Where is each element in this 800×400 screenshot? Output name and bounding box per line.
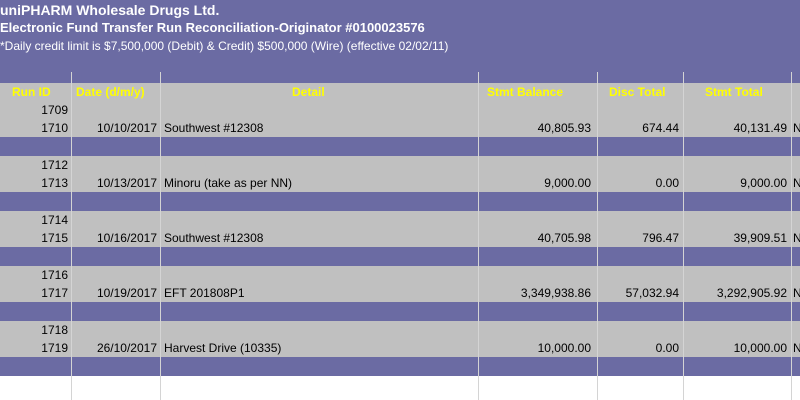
detail-cell[interactable]: EFT 201808P1 xyxy=(164,284,245,302)
group-separator xyxy=(0,247,800,266)
stmt-total-cell[interactable]: 9,000.00 xyxy=(684,174,787,192)
column-header-row: Run ID Date (d/m/y) Detail Stmt Balance … xyxy=(0,83,800,101)
run-id[interactable]: 1717 xyxy=(0,284,68,302)
report-header: uniPHARM Wholesale Drugs Ltd. Electronic… xyxy=(0,0,800,72)
run-id[interactable]: 1719 xyxy=(0,339,68,357)
stmt-total-cell[interactable]: 40,131.49 xyxy=(684,119,787,137)
report-title[interactable]: Electronic Fund Transfer Run Reconciliat… xyxy=(0,20,425,36)
run-id[interactable]: 1715 xyxy=(0,229,68,247)
col-stmt-balance[interactable]: Stmt Balance xyxy=(487,83,563,101)
group-separator xyxy=(0,357,800,376)
group-separator xyxy=(0,192,800,211)
stmt-balance-cell[interactable]: 40,805.93 xyxy=(479,119,591,137)
header-spacer xyxy=(0,72,800,83)
company-name[interactable]: uniPHARM Wholesale Drugs Ltd. xyxy=(0,1,219,19)
stmt-total-cell[interactable]: 10,000.00 xyxy=(684,339,787,357)
disc-total-cell[interactable]: 0.00 xyxy=(598,174,679,192)
stmt-balance-cell[interactable]: 10,000.00 xyxy=(479,339,591,357)
credit-limit-note[interactable]: *Daily credit limit is $7,500,000 (Debit… xyxy=(0,38,448,54)
col-run-id[interactable]: Run ID xyxy=(12,83,51,101)
disc-total-cell[interactable]: 57,032.94 xyxy=(598,284,679,302)
run-id[interactable]: 1710 xyxy=(0,119,68,137)
group-separator xyxy=(0,137,800,156)
next-col-cell[interactable]: N xyxy=(793,119,800,137)
group-separator xyxy=(0,302,800,321)
disc-total-cell[interactable]: 0.00 xyxy=(598,339,679,357)
disc-total-cell[interactable]: 796.47 xyxy=(598,229,679,247)
next-col-cell[interactable]: N xyxy=(793,284,800,302)
run-id-first[interactable]: 1712 xyxy=(0,156,68,174)
gridline xyxy=(160,72,161,400)
date-cell[interactable]: 10/13/2017 xyxy=(72,174,157,192)
date-cell[interactable]: 26/10/2017 xyxy=(72,339,157,357)
stmt-balance-cell[interactable]: 40,705.98 xyxy=(479,229,591,247)
date-cell[interactable]: 10/19/2017 xyxy=(72,284,157,302)
detail-cell[interactable]: Southwest #12308 xyxy=(164,229,263,247)
gridline xyxy=(597,72,598,400)
next-col-cell[interactable]: N xyxy=(793,339,800,357)
gridline xyxy=(71,72,72,400)
date-cell[interactable]: 10/10/2017 xyxy=(72,119,157,137)
run-id-first[interactable]: 1716 xyxy=(0,266,68,284)
date-cell[interactable]: 10/16/2017 xyxy=(72,229,157,247)
detail-cell[interactable]: Harvest Drive (10335) xyxy=(164,339,281,357)
run-id[interactable]: 1713 xyxy=(0,174,68,192)
stmt-total-cell[interactable]: 3,292,905.92 xyxy=(684,284,787,302)
col-stmt-total[interactable]: Stmt Total xyxy=(705,83,763,101)
next-col-cell[interactable]: N xyxy=(793,174,800,192)
next-col-cell[interactable]: N xyxy=(793,229,800,247)
run-id-first[interactable]: 1718 xyxy=(0,321,68,339)
stmt-balance-cell[interactable]: 9,000.00 xyxy=(479,174,591,192)
disc-total-cell[interactable]: 674.44 xyxy=(598,119,679,137)
detail-cell[interactable]: Minoru (take as per NN) xyxy=(164,174,292,192)
gridline xyxy=(791,72,792,400)
stmt-total-cell[interactable]: 39,909.51 xyxy=(684,229,787,247)
spreadsheet: uniPHARM Wholesale Drugs Ltd. Electronic… xyxy=(0,0,800,400)
stmt-balance-cell[interactable]: 3,349,938.86 xyxy=(479,284,591,302)
gridline xyxy=(478,72,479,400)
run-id-first[interactable]: 1714 xyxy=(0,211,68,229)
gridline xyxy=(683,72,684,400)
col-detail[interactable]: Detail xyxy=(292,83,325,101)
run-id-first[interactable]: 1709 xyxy=(0,101,68,119)
col-date[interactable]: Date (d/m/y) xyxy=(76,83,145,101)
detail-cell[interactable]: Southwest #12308 xyxy=(164,119,263,137)
col-disc-total[interactable]: Disc Total xyxy=(609,83,665,101)
